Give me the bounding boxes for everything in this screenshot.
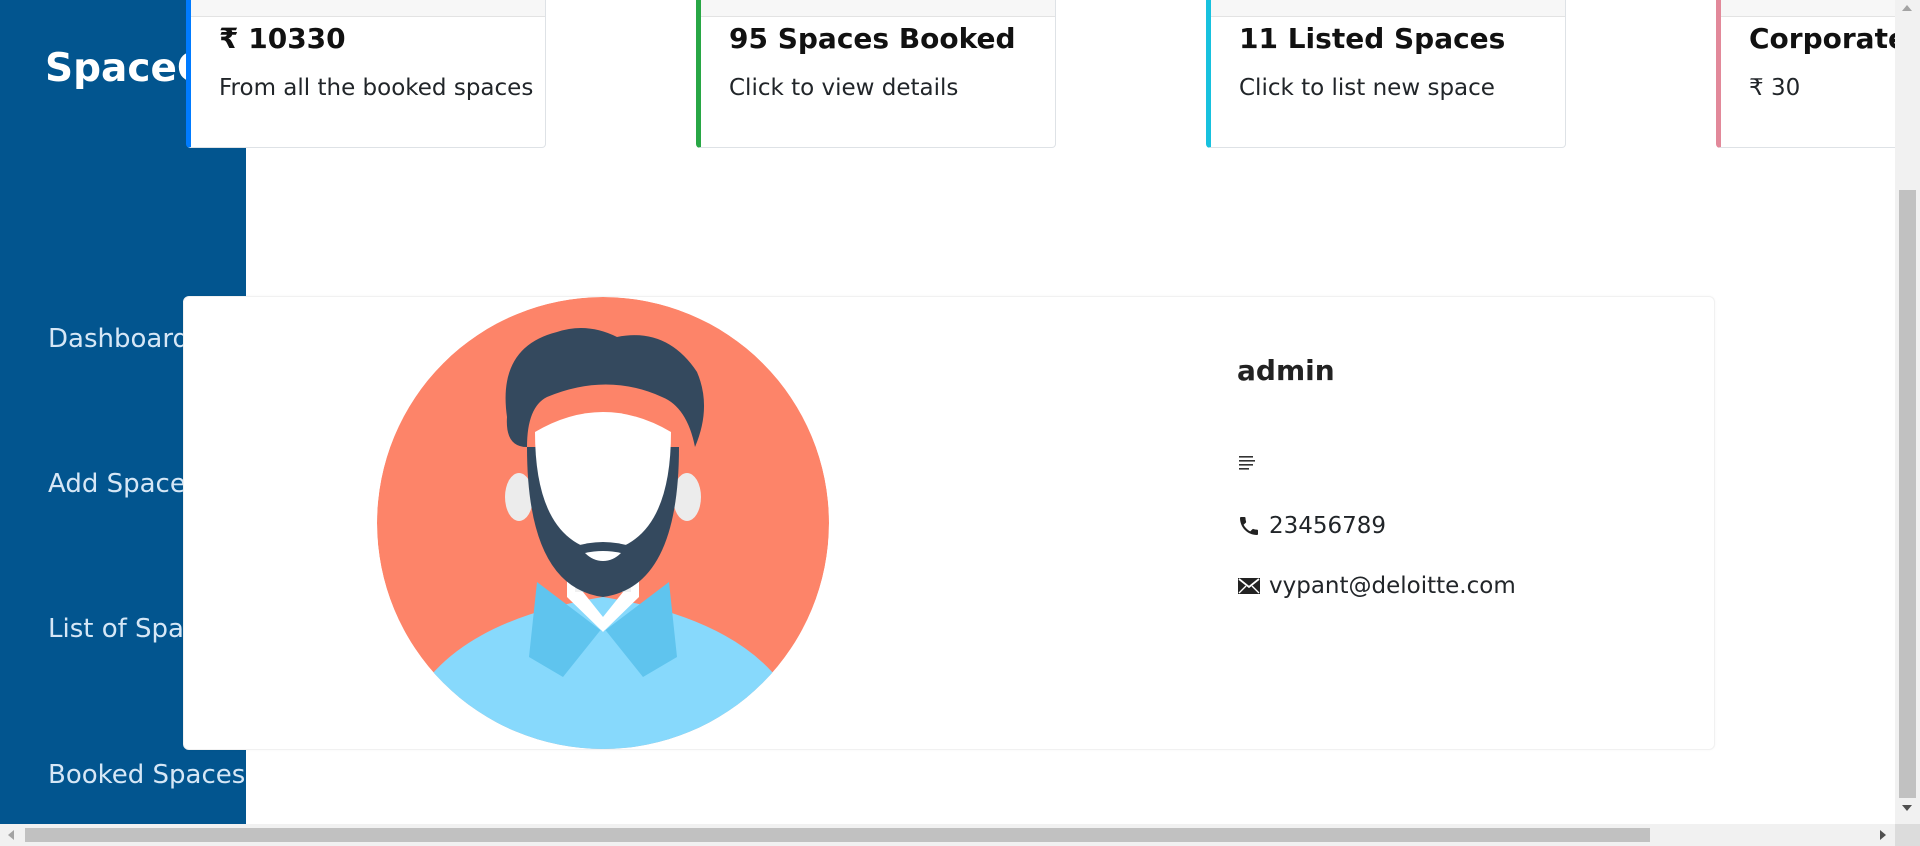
email-address: vypant@deloitte.com: [1269, 573, 1516, 599]
scroll-up-icon[interactable]: [1902, 5, 1912, 11]
email-row: vypant@deloitte.com: [1237, 573, 1516, 599]
card-title: Corporate :: [1749, 22, 1895, 55]
bio-row: [1237, 453, 1265, 471]
scrollbar-corner: [1895, 824, 1920, 846]
card-title: 11 Listed Spaces: [1239, 22, 1506, 55]
stat-card-listed-spaces[interactable]: 11 Listed Spaces Click to list new space: [1206, 0, 1566, 148]
align-left-icon: [1239, 456, 1255, 470]
phone-icon: [1240, 517, 1258, 535]
vertical-scrollbar[interactable]: [1895, 0, 1920, 824]
card-text: From all the booked spaces: [219, 75, 534, 101]
viewport: SpaceCo Dashboard Add Space List of Spac…: [0, 0, 1895, 824]
card-header: [1721, 0, 1895, 17]
card-title: ₹ 10330: [219, 22, 346, 55]
stat-card-corporate[interactable]: Corporate : ₹ 30: [1716, 0, 1895, 148]
profile-card: admin 23456789 vypant@deloitte.com: [183, 296, 1715, 750]
stat-card-revenue[interactable]: ₹ 10330 From all the booked spaces: [186, 0, 546, 148]
stat-card-spaces-booked[interactable]: 95 Spaces Booked Click to view details: [696, 0, 1056, 148]
card-text: Click to view details: [729, 75, 959, 101]
scroll-left-icon[interactable]: [8, 830, 14, 840]
scroll-down-icon[interactable]: [1902, 805, 1912, 811]
card-header: [1211, 0, 1565, 17]
card-header: [701, 0, 1055, 17]
phone-number: 23456789: [1269, 513, 1387, 539]
avatar: [377, 297, 829, 749]
card-text: ₹ 30: [1749, 75, 1801, 101]
card-header: [191, 0, 545, 17]
horizontal-scroll-thumb[interactable]: [25, 828, 1650, 842]
sidebar-item-booked-spaces[interactable]: Booked Spaces: [48, 760, 245, 790]
card-title: 95 Spaces Booked: [729, 22, 1016, 55]
horizontal-scrollbar[interactable]: [0, 824, 1895, 846]
vertical-scroll-thumb[interactable]: [1899, 190, 1916, 798]
card-text: Click to list new space: [1239, 75, 1495, 101]
phone-row: 23456789: [1237, 513, 1386, 539]
sidebar-item-dashboard[interactable]: Dashboard: [48, 324, 189, 354]
sidebar-item-add-space[interactable]: Add Space: [48, 469, 186, 499]
profile-name: admin: [1237, 354, 1335, 387]
envelope-icon: [1238, 578, 1260, 594]
scroll-right-icon[interactable]: [1880, 830, 1886, 840]
